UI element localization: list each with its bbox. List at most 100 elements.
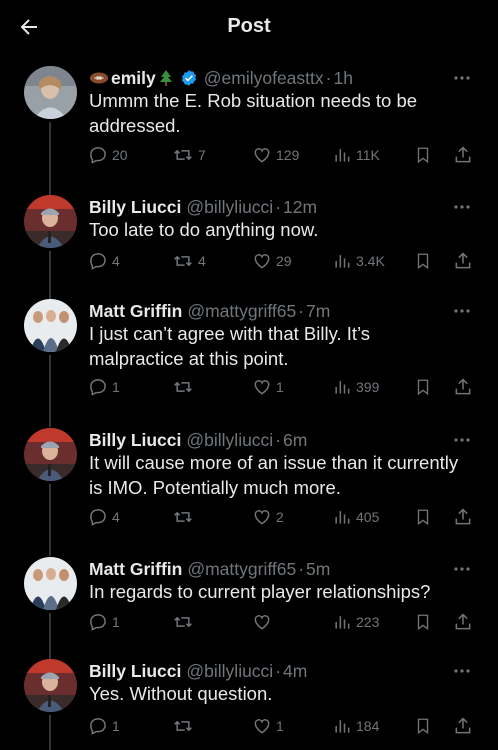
bookmark-button[interactable] [414, 144, 432, 166]
retweet-icon [174, 255, 192, 267]
bookmark-button[interactable] [414, 250, 432, 272]
author-name[interactable]: emily [111, 68, 156, 89]
tweet[interactable]: Billy Liucci @billyliucci · 12m Too late… [0, 195, 498, 307]
like-count: 1 [276, 379, 284, 395]
thread-line [49, 484, 51, 556]
retweet-icon [174, 511, 192, 523]
timestamp[interactable]: 5m [306, 559, 330, 580]
author-name[interactable]: Matt Griffin [89, 559, 182, 580]
views-button[interactable]: 11K [332, 144, 380, 166]
author-handle[interactable]: @billyliucci [186, 661, 273, 682]
bookmark-button[interactable] [414, 611, 432, 633]
more-options-icon[interactable] [452, 661, 472, 681]
timestamp[interactable]: 6m [283, 430, 307, 451]
author-name[interactable]: Billy Liucci [89, 197, 181, 218]
author-handle[interactable]: @billyliucci [186, 430, 273, 451]
reply-count: 1 [112, 379, 120, 395]
author-handle[interactable]: @billyliucci [186, 197, 273, 218]
tweet-actions: 1 1 399 [88, 376, 478, 398]
tweet-actions: 1 223 [88, 611, 478, 633]
retweet-button[interactable]: 4 [172, 250, 206, 272]
reply-button[interactable]: 1 [88, 715, 120, 737]
tree-emoji-icon [159, 70, 172, 86]
share-button[interactable] [453, 144, 473, 166]
views-button[interactable]: 223 [332, 611, 379, 633]
views-button[interactable]: 184 [332, 715, 379, 737]
view-count: 3.4K [356, 253, 385, 269]
tweet[interactable]: Billy Liucci @billyliucci · 6m It will c… [0, 428, 498, 556]
like-button[interactable]: 1 [252, 715, 284, 737]
timestamp[interactable]: 4m [283, 661, 307, 682]
more-options-icon[interactable] [452, 301, 472, 321]
timestamp[interactable]: 1h [333, 68, 352, 89]
share-button[interactable] [453, 611, 473, 633]
back-arrow-icon[interactable] [14, 12, 44, 42]
like-count: 2 [276, 509, 284, 525]
avatar[interactable] [24, 557, 77, 610]
retweet-button[interactable] [172, 715, 198, 737]
share-button[interactable] [453, 376, 473, 398]
retweet-button[interactable] [172, 376, 198, 398]
top-bar: Post [0, 0, 498, 52]
tweet-header: Billy Liucci @billyliucci · 4m [89, 659, 458, 683]
reply-icon [90, 147, 106, 164]
like-button[interactable] [252, 611, 276, 633]
avatar[interactable] [24, 66, 77, 119]
share-icon [455, 146, 471, 163]
avatar[interactable] [24, 299, 77, 352]
bookmark-button[interactable] [414, 376, 432, 398]
reply-button[interactable]: 4 [88, 250, 120, 272]
more-options-icon[interactable] [452, 68, 472, 88]
view-count: 405 [356, 509, 380, 525]
avatar[interactable] [24, 659, 77, 712]
tweet[interactable]: Matt Griffin @mattygriff65 · 5m In regar… [0, 557, 498, 663]
like-count: 1 [276, 718, 284, 734]
retweet-button[interactable]: 7 [172, 144, 206, 166]
retweet-button[interactable] [172, 611, 198, 633]
more-options-icon[interactable] [452, 430, 472, 450]
like-button[interactable]: 29 [252, 250, 292, 272]
author-name[interactable]: Billy Liucci [89, 661, 181, 682]
author-handle[interactable]: @mattygriff65 [187, 559, 296, 580]
views-button[interactable]: 405 [332, 506, 379, 528]
author-name[interactable]: Billy Liucci [89, 430, 181, 451]
like-button[interactable]: 1 [252, 376, 284, 398]
like-button[interactable]: 2 [252, 506, 284, 528]
avatar[interactable] [24, 195, 77, 248]
bookmark-icon [417, 253, 429, 270]
tweet-header: Billy Liucci @billyliucci · 12m [89, 195, 458, 219]
reply-count: 1 [112, 614, 120, 630]
views-button[interactable]: 399 [332, 376, 379, 398]
football-emoji-icon [89, 72, 109, 84]
share-button[interactable] [453, 715, 473, 737]
avatar[interactable] [24, 428, 77, 481]
tweet[interactable]: Matt Griffin @mattygriff65 · 7m I just c… [0, 299, 498, 427]
timestamp[interactable]: 7m [306, 301, 330, 322]
retweet-button[interactable] [172, 506, 198, 528]
author-name[interactable]: Matt Griffin [89, 301, 182, 322]
reply-button[interactable]: 1 [88, 611, 120, 633]
retweet-icon [174, 381, 192, 393]
tweet-text: It will cause more of an issue than it c… [89, 452, 464, 498]
share-icon [455, 717, 471, 734]
author-handle[interactable]: @mattygriff65 [187, 301, 296, 322]
tweet[interactable]: emily @emilyofeasttx · 1h Ummm the E. Ro… [0, 66, 498, 200]
separator-dot: · [275, 196, 282, 217]
more-options-icon[interactable] [452, 197, 472, 217]
tweet-text: In regards to current player relationshi… [89, 581, 431, 602]
timestamp[interactable]: 12m [283, 197, 317, 218]
tweet-actions: 4 4 29 3.4K [88, 250, 478, 272]
bookmark-button[interactable] [414, 715, 432, 737]
author-handle[interactable]: @emilyofeasttx [204, 68, 324, 89]
bookmark-button[interactable] [414, 506, 432, 528]
bookmark-icon [417, 147, 429, 164]
reply-button[interactable]: 4 [88, 506, 120, 528]
more-options-icon[interactable] [452, 559, 472, 579]
reply-button[interactable]: 1 [88, 376, 120, 398]
like-button[interactable]: 129 [252, 144, 299, 166]
tweet[interactable]: Billy Liucci @billyliucci · 4m Yes. With… [0, 659, 498, 750]
share-button[interactable] [453, 506, 473, 528]
views-button[interactable]: 3.4K [332, 250, 385, 272]
reply-button[interactable]: 20 [88, 144, 128, 166]
share-button[interactable] [453, 250, 473, 272]
